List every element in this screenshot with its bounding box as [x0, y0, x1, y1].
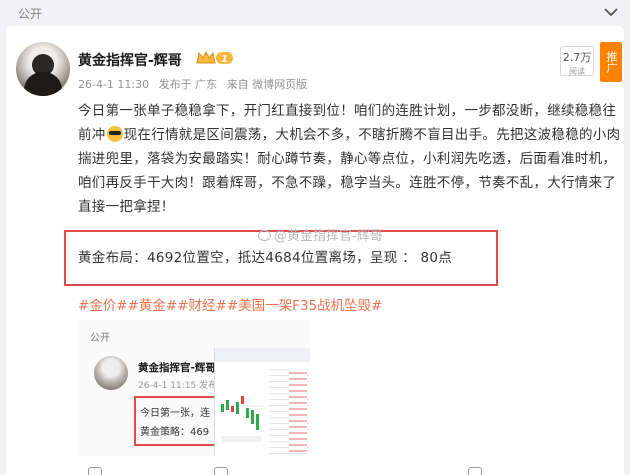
post-source: 来自 微博网页版 [226, 78, 308, 91]
order-book-prices-thumbnail [289, 368, 307, 452]
share-icon[interactable] [88, 467, 102, 475]
hashtag-finance[interactable]: #财经# [177, 298, 227, 314]
hashtag-gold[interactable]: #黄金# [128, 298, 178, 314]
chevron-down-icon[interactable] [601, 4, 621, 20]
post-text-part2: 现在行情就是区间震荡，大机会不多，不瞎折腾不盲目出手。先把这波稳稳的小肉揣进兜里… [78, 127, 621, 215]
author-name[interactable]: 黄金指挥官-辉哥 [78, 50, 182, 70]
watermark: @黄金指挥官-辉哥 [258, 225, 383, 244]
embedded-line2: 黄金策略：469 [140, 427, 210, 438]
embedded-screenshot[interactable]: 公开 黄金指挥官-辉哥 26-4-1 11:15 发布 今日第一张，连 黄金策略… [78, 320, 310, 456]
read-label: 阅读 [569, 67, 585, 76]
cool-sunglasses-emoji-icon [106, 126, 123, 142]
svg-text:1: 1 [221, 54, 228, 65]
read-count: 2.7万 [562, 51, 592, 64]
candlestick-chart-thumbnail [219, 396, 263, 442]
hashtag-f35-crash[interactable]: #美国一架F35战机坠毁# [227, 298, 383, 314]
read-count-box: 2.7万 阅读 [560, 46, 594, 76]
weibo-watermark-icon [258, 230, 271, 241]
post-location: 发布于 广东 [158, 78, 218, 91]
post-date[interactable]: 26-4-1 11:30 [78, 78, 149, 91]
post-card: 黄金指挥官-辉哥 1 26-4-1 11:30 发布于 广东 来自 微博网页版 … [6, 26, 624, 475]
post-meta: 26-4-1 11:30 发布于 广东 来自 微博网页版 [78, 76, 307, 92]
vip-crown-icon[interactable]: 1 [195, 49, 235, 67]
comment-icon[interactable] [214, 467, 228, 475]
watermark-text: @黄金指挥官-辉哥 [274, 229, 383, 244]
hashtag-list: #金价##黄金##财经##美国一架F35战机坠毁# [78, 294, 382, 314]
promote-button[interactable]: 推广 [600, 42, 622, 82]
visibility-label: 公开 [18, 7, 43, 21]
embedded-date: 26-4-1 11:15 [138, 381, 197, 391]
embedded-author: 黄金指挥官-辉哥 [138, 362, 216, 374]
like-icon[interactable] [468, 467, 482, 475]
avatar[interactable] [16, 42, 70, 96]
trading-screen-header [215, 348, 310, 362]
embedded-meta: 26-4-1 11:15 发布 [138, 378, 217, 391]
embedded-visibility: 公开 [90, 333, 110, 344]
hashtag-gold-price[interactable]: #金价# [78, 298, 128, 314]
strategy-text: 黄金布局：4692位置空，抵达4684位置离场，呈现 ： 80点 [78, 250, 453, 266]
embedded-trading-screen [214, 348, 310, 456]
action-bar [6, 463, 624, 475]
post-text: 今日第一张单子稳稳拿下，开门红直接到位！咱们的连胜计划，一步都没断，继续稳稳往前… [78, 99, 624, 219]
embedded-line1: 今日第一张，连 [140, 408, 210, 419]
embedded-avatar [94, 356, 128, 390]
